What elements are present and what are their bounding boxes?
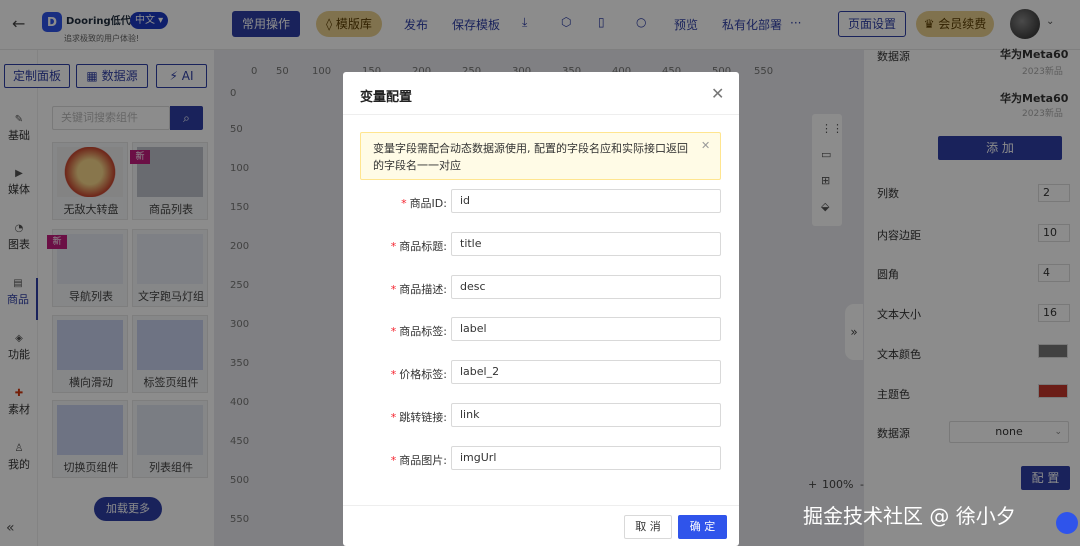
field-label-goods-desc: * 商品描述: (390, 283, 447, 296)
variable-config-modal: 变量配置 ✕ 变量字段需配合动态数据源使用, 配置的字段名应和实际接口返回的字段… (343, 72, 739, 546)
field-label-jump-link: * 跳转链接: (390, 411, 447, 424)
watermark: 掘金技术社区 @ 徐小夕 (803, 504, 1016, 528)
field-label-goods-title: * 商品标题: (390, 240, 447, 253)
required-mark: * (390, 240, 397, 253)
required-mark: * (390, 411, 397, 424)
field-label-text: 商品描述 (399, 283, 444, 296)
divider (343, 114, 739, 115)
confirm-button[interactable]: 确 定 (678, 515, 727, 539)
required-mark: * (390, 368, 397, 381)
field-label-price-label: * 价格标签: (390, 368, 447, 381)
field-label-goods-label: * 商品标签: (390, 325, 447, 338)
goods-image-input[interactable]: imgUrl (451, 446, 721, 470)
field-label-goods-id: * 商品ID: (401, 197, 447, 210)
warning-alert: 变量字段需配合动态数据源使用, 配置的字段名应和实际接口返回的字段名一一对应 ✕ (360, 132, 721, 180)
field-label-text: 商品ID (409, 197, 444, 210)
goods-title-input[interactable]: title (451, 232, 721, 256)
jump-link-input[interactable]: link (451, 403, 721, 427)
divider (343, 505, 739, 506)
alert-text: 变量字段需配合动态数据源使用, 配置的字段名应和实际接口返回的字段名一一对应 (373, 142, 688, 172)
goods-desc-input[interactable]: desc (451, 275, 721, 299)
field-label-text: 跳转链接 (399, 411, 444, 424)
modal-title: 变量配置 (360, 90, 413, 105)
field-label-text: 商品标签 (399, 325, 444, 338)
price-label-input[interactable]: label_2 (451, 360, 721, 384)
close-icon[interactable]: ✕ (711, 84, 724, 103)
help-fab[interactable] (1056, 512, 1078, 534)
field-label-text: 价格标签 (399, 368, 444, 381)
field-label-text: 商品标题 (399, 240, 444, 253)
alert-close-icon[interactable]: ✕ (701, 139, 710, 152)
goods-label-input[interactable]: label (451, 317, 721, 341)
field-label-goods-image: * 商品图片: (390, 454, 447, 467)
cancel-button[interactable]: 取 消 (624, 515, 672, 539)
required-mark: * (390, 283, 397, 296)
field-label-text: 商品图片 (399, 454, 444, 467)
required-mark: * (390, 454, 397, 467)
required-mark: * (390, 325, 397, 338)
required-mark: * (401, 197, 407, 210)
goods-id-input[interactable]: id (451, 189, 721, 213)
